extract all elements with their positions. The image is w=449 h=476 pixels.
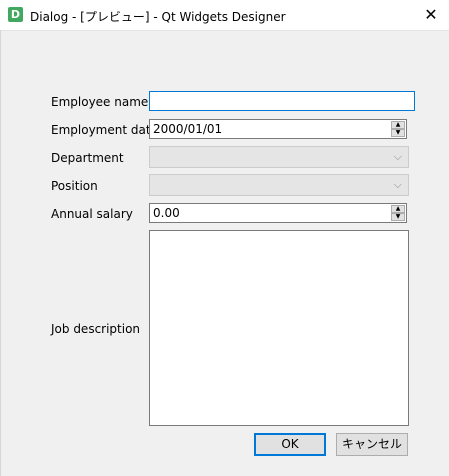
annual-salary-spinbox[interactable]: 0.00 ▲ ▼ [149, 203, 407, 223]
chevron-down-icon: ⌵ [393, 150, 402, 163]
employment-date-value: 2000/01/01 [153, 122, 223, 136]
employment-date-label: Employment date [51, 123, 158, 137]
cancel-button[interactable]: キャンセル [336, 433, 408, 456]
employee-name-input[interactable] [149, 91, 415, 111]
window-border [0, 30, 1, 476]
chevron-down-icon: ⌵ [393, 178, 402, 191]
department-label: Department [51, 151, 124, 165]
employee-name-label: Employee name [51, 95, 149, 109]
department-combobox[interactable]: ⌵ [149, 146, 409, 168]
spin-down-icon[interactable]: ▼ [391, 213, 405, 221]
designer-app-icon: D [8, 7, 23, 22]
spin-up-icon[interactable]: ▲ [391, 121, 405, 129]
position-label: Position [51, 179, 98, 193]
close-icon[interactable]: ✕ [413, 0, 449, 30]
dialog-window: D Dialog - [プレビュー] - Qt Widgets Designer… [0, 0, 449, 476]
job-description-label: Job description [51, 322, 141, 336]
title-bar: D Dialog - [プレビュー] - Qt Widgets Designer… [0, 0, 449, 31]
position-combobox[interactable]: ⌵ [149, 174, 409, 196]
spin-down-icon[interactable]: ▼ [391, 129, 405, 137]
ok-button[interactable]: OK [254, 433, 326, 456]
annual-salary-value: 0.00 [153, 206, 180, 220]
job-description-textarea[interactable] [149, 230, 409, 426]
window-title: Dialog - [プレビュー] - Qt Widgets Designer [30, 10, 286, 24]
employment-date-edit[interactable]: 2000/01/01 ▲ ▼ [149, 119, 407, 139]
annual-salary-label: Annual salary [51, 207, 133, 221]
spin-up-icon[interactable]: ▲ [391, 205, 405, 213]
